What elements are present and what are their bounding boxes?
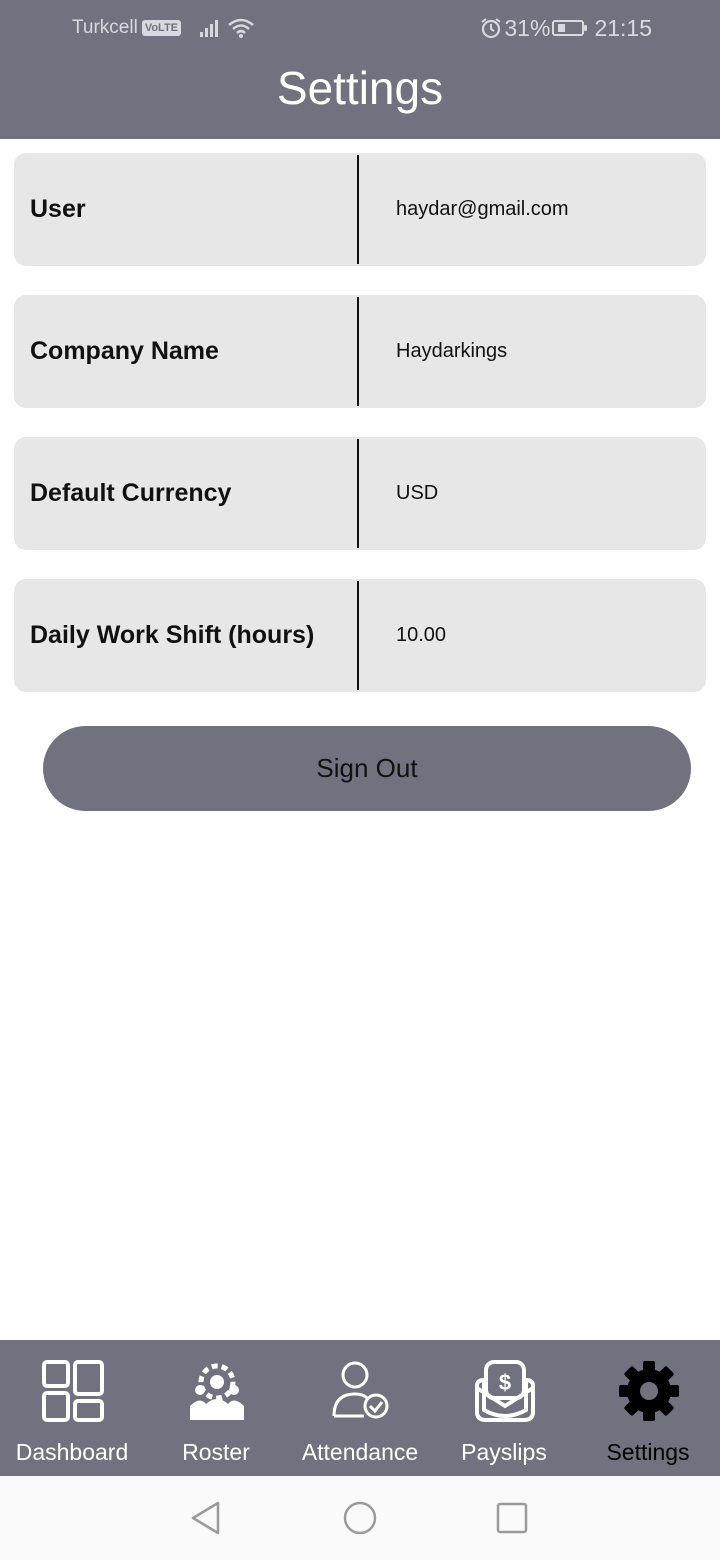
- nav-label: Attendance: [301, 1439, 419, 1465]
- clock: 21:15: [594, 14, 652, 41]
- setting-value: Haydarkings: [396, 340, 508, 362]
- setting-value: haydar@gmail.com: [396, 198, 569, 220]
- home-icon[interactable]: [342, 1500, 378, 1536]
- wifi-icon: [228, 18, 254, 38]
- status-bar-right: 31% 21:15: [480, 14, 652, 42]
- nav-label: Settings: [606, 1439, 690, 1465]
- nav-roster[interactable]: Roster: [144, 1340, 288, 1476]
- back-icon[interactable]: [188, 1500, 224, 1536]
- roster-icon: [190, 1363, 244, 1420]
- setting-row-daily-work-shift[interactable]: Daily Work Shift (hours) 10.00: [14, 579, 706, 692]
- settings-list: User haydar@gmail.com Company Name Hayda…: [14, 153, 706, 721]
- recents-icon[interactable]: [494, 1500, 530, 1536]
- volte-badge: VoLTE: [141, 20, 182, 36]
- nav-label: Roster: [182, 1439, 250, 1465]
- battery-percent: 31%: [504, 14, 551, 41]
- setting-value: USD: [396, 482, 439, 504]
- nav-payslips[interactable]: $ Payslips: [432, 1340, 576, 1476]
- setting-label: Default Currency: [30, 479, 232, 507]
- setting-label: Company Name: [30, 337, 219, 365]
- carrier-name: Turkcell: [72, 17, 138, 38]
- status-bar-left: Turkcell VoLTE: [72, 16, 255, 40]
- battery-icon: [552, 20, 588, 36]
- setting-label: Daily Work Shift (hours): [30, 621, 315, 649]
- dashboard-icon: [42, 1360, 104, 1422]
- settings-screen: Turkcell VoLTE 31% 21:15 Settings User h…: [0, 0, 720, 1560]
- nav-attendance[interactable]: Attendance: [288, 1340, 432, 1476]
- gear-icon: [619, 1361, 679, 1421]
- nav-label: Dashboard: [15, 1439, 129, 1465]
- app-header: Turkcell VoLTE 31% 21:15 Settings: [0, 0, 720, 139]
- row-divider: [357, 155, 359, 264]
- nav-label: Payslips: [461, 1439, 547, 1465]
- row-divider: [357, 297, 359, 406]
- page-title: Settings: [276, 62, 444, 114]
- setting-row-company-name[interactable]: Company Name Haydarkings: [14, 295, 706, 408]
- setting-label: User: [30, 195, 86, 223]
- alarm-icon: [481, 18, 501, 39]
- signal-wifi-icons: [199, 17, 255, 39]
- setting-row-default-currency[interactable]: Default Currency USD: [14, 437, 706, 550]
- payslips-icon: $: [475, 1360, 535, 1422]
- nav-dashboard[interactable]: Dashboard: [0, 1340, 144, 1476]
- sign-out-button[interactable]: Sign Out: [43, 726, 691, 811]
- row-divider: [357, 439, 359, 548]
- nav-settings[interactable]: Settings: [576, 1340, 720, 1476]
- svg-text:$: $: [499, 1370, 511, 1395]
- bottom-nav: Dashboard Roster Attendance $ Payslips S…: [0, 1340, 720, 1476]
- signal-icon: [200, 20, 219, 37]
- attendance-icon: [332, 1361, 389, 1419]
- system-nav-bar: [0, 1476, 720, 1560]
- setting-row-user[interactable]: User haydar@gmail.com: [14, 153, 706, 266]
- row-divider: [357, 581, 359, 690]
- setting-value: 10.00: [396, 624, 447, 646]
